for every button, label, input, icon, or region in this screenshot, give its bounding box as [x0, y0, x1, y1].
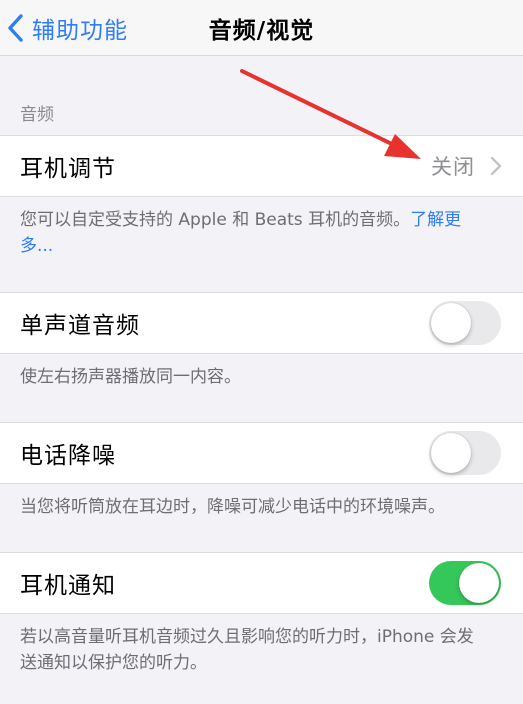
headphone-notifications-toggle[interactable] — [429, 561, 501, 605]
phone-noise-cancellation-footer: 当您将听筒放在耳边时，降噪可减少电话中的环境噪声。 — [20, 497, 445, 517]
headphone-notifications-label: 耳机通知 — [20, 573, 116, 599]
headphone-accommodations-row[interactable]: 耳机调节 关闭 — [0, 135, 523, 197]
phone-noise-cancellation-toggle[interactable] — [429, 431, 501, 475]
audio-visual-settings-screen: 辅助功能 音频/视觉 音频 耳机调节 关闭 您可以自定受支持的 Apple 和 … — [0, 0, 523, 704]
page-title: 音频/视觉 — [208, 18, 315, 44]
navigation-bar: 辅助功能 音频/视觉 — [0, 0, 523, 56]
section-header-audio: 音频 — [20, 105, 54, 125]
mono-audio-row: 单声道音频 — [0, 292, 523, 354]
headphone-accommodations-footer-text: 您可以自定受支持的 Apple 和 Beats 耳机的音频。 — [20, 210, 411, 230]
mono-audio-footer: 使左右扬声器播放同一内容。 — [20, 367, 241, 387]
headphone-notifications-row: 耳机通知 — [0, 552, 523, 614]
headphone-accommodations-value: 关闭 — [431, 155, 475, 179]
headphone-accommodations-label: 耳机调节 — [20, 156, 116, 182]
headphone-notifications-footer: 若以高音量听耳机音频过久且影响您的听力时，iPhone 会发送通知以保护您的听力… — [20, 627, 474, 673]
phone-noise-cancellation-label: 电话降噪 — [20, 443, 116, 469]
toggle-knob — [431, 433, 471, 473]
chevron-right-icon — [489, 155, 503, 177]
headphone-accommodations-footer: 您可以自定受支持的 Apple 和 Beats 耳机的音频。了解更多... — [20, 207, 490, 259]
phone-noise-cancellation-row: 电话降噪 — [0, 422, 523, 484]
toggle-knob — [459, 563, 499, 603]
toggle-knob — [431, 303, 471, 343]
mono-audio-label: 单声道音频 — [20, 313, 140, 339]
mono-audio-toggle[interactable] — [429, 301, 501, 345]
